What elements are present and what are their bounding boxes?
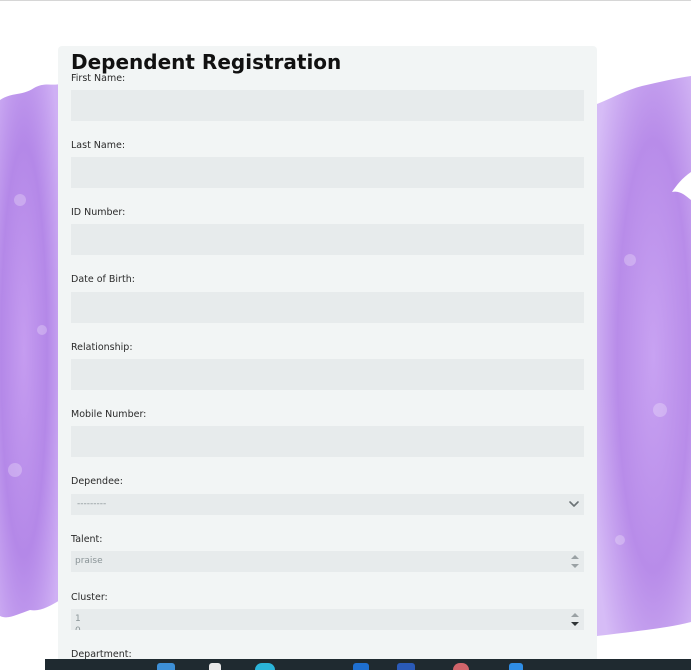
dependee-select[interactable]: ---------	[71, 494, 584, 515]
talent-value: praise	[75, 556, 103, 566]
triangle-down-icon[interactable]	[570, 562, 580, 570]
mobile-number-label: Mobile Number:	[71, 409, 147, 420]
taskbar-app-icon[interactable]	[209, 663, 221, 670]
triangle-down-icon[interactable]	[570, 620, 580, 628]
mobile-number-input[interactable]	[71, 426, 584, 457]
cluster-number-input[interactable]: 1 0	[71, 609, 584, 630]
first-name-input[interactable]	[71, 90, 584, 121]
taskbar-app-icon[interactable]	[255, 663, 275, 670]
registration-form: Dependent Registration First Name: Last …	[58, 46, 597, 670]
talent-label: Talent:	[71, 534, 103, 545]
taskbar-app-icon[interactable]	[509, 663, 523, 670]
relationship-label: Relationship:	[71, 342, 133, 353]
id-number-input[interactable]	[71, 224, 584, 255]
chevron-down-icon	[569, 501, 579, 507]
id-number-label: ID Number:	[71, 207, 126, 218]
triangle-up-icon[interactable]	[570, 553, 580, 561]
last-name-label: Last Name:	[71, 140, 126, 151]
relationship-input[interactable]	[71, 359, 584, 390]
page-title: Dependent Registration	[71, 50, 342, 74]
taskbar-app-icon[interactable]	[157, 663, 175, 670]
cluster-value: 1 0	[75, 614, 81, 630]
watercolor-right	[597, 76, 691, 636]
talent-number-input[interactable]: praise	[71, 551, 584, 572]
taskbar-app-icon[interactable]	[397, 663, 415, 670]
first-name-label: First Name:	[71, 73, 126, 84]
taskbar	[45, 659, 691, 670]
triangle-up-icon[interactable]	[570, 611, 580, 619]
cluster-label: Cluster:	[71, 592, 108, 603]
taskbar-app-icon[interactable]	[453, 663, 469, 670]
dependee-selected-value: ---------	[77, 499, 107, 509]
date-of-birth-input[interactable]	[71, 292, 584, 323]
dependee-label: Dependee:	[71, 476, 123, 487]
watercolor-left	[0, 84, 60, 618]
date-of-birth-label: Date of Birth:	[71, 274, 135, 285]
last-name-input[interactable]	[71, 157, 584, 188]
taskbar-app-icon[interactable]	[353, 663, 369, 670]
